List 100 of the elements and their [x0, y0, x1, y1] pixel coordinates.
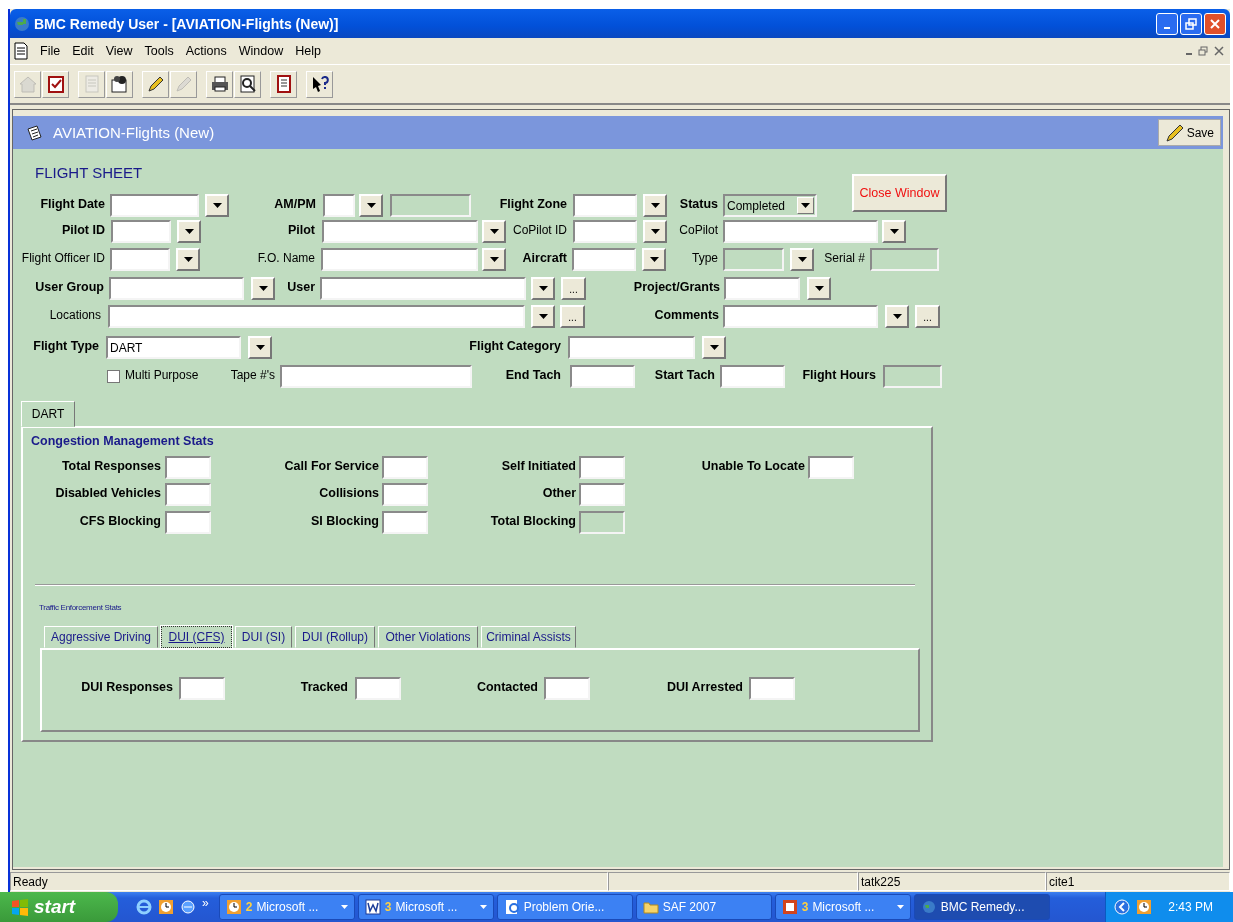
dropdown-button[interactable]: [643, 220, 667, 243]
tab[interactable]: Criminal Assists: [481, 626, 576, 648]
dropdown-button[interactable]: [531, 277, 555, 300]
restore-icon[interactable]: [1198, 46, 1208, 56]
dropdown-button[interactable]: [176, 248, 200, 271]
text-field[interactable]: [355, 677, 401, 700]
text-field[interactable]: [579, 483, 625, 506]
text-field[interactable]: [723, 220, 878, 243]
dropdown-button[interactable]: [205, 194, 229, 217]
checkbox[interactable]: [107, 370, 120, 383]
dropdown-button[interactable]: [642, 248, 666, 271]
read-only-field[interactable]: [579, 511, 625, 534]
browse-button[interactable]: ...: [915, 305, 940, 328]
caret-icon: [212, 203, 222, 208]
save-button[interactable]: Save: [1157, 119, 1221, 146]
status-dropdown[interactable]: Completed: [723, 194, 817, 217]
help-tool-button[interactable]: [306, 70, 333, 98]
taskbar-button[interactable]: 3 Microsoft ...: [774, 894, 911, 920]
text-field[interactable]: [165, 511, 211, 534]
caret-icon: [814, 286, 824, 291]
close-icon[interactable]: [1214, 46, 1224, 56]
dropdown-button[interactable]: [251, 277, 275, 300]
tab[interactable]: DUI (Rollup): [295, 626, 375, 648]
text-field[interactable]: [280, 365, 472, 388]
text-field[interactable]: [108, 305, 525, 328]
chevron[interactable]: »: [202, 896, 209, 910]
text-field[interactable]: DART: [106, 336, 241, 359]
text-field[interactable]: [323, 194, 355, 217]
dropdown-button[interactable]: [482, 220, 506, 243]
tab[interactable]: Other Violations: [378, 626, 478, 648]
dropdown-button[interactable]: [177, 220, 201, 243]
text-field[interactable]: [579, 456, 625, 479]
text-field[interactable]: [165, 456, 211, 479]
dropdown-button[interactable]: [643, 194, 667, 217]
text-field[interactable]: [179, 677, 225, 700]
text-field[interactable]: [322, 220, 478, 243]
text-field[interactable]: [720, 365, 785, 388]
dropdown-button[interactable]: [702, 336, 726, 359]
text-field[interactable]: [573, 194, 637, 217]
menu-item[interactable]: View: [99, 44, 139, 58]
preview-tool-button[interactable]: [234, 70, 261, 98]
clock-icon[interactable]: [1136, 899, 1153, 915]
text-field[interactable]: [321, 248, 478, 271]
text-field[interactable]: [568, 336, 695, 359]
printer-tool-button[interactable]: [206, 70, 233, 98]
text-field[interactable]: [110, 194, 199, 217]
text-field[interactable]: [110, 248, 170, 271]
text-field[interactable]: [808, 456, 854, 479]
browse-button[interactable]: ...: [560, 305, 585, 328]
dropdown-button[interactable]: [531, 305, 555, 328]
clipboard-tool-button[interactable]: [42, 70, 69, 98]
text-field[interactable]: [382, 511, 428, 534]
taskbar-button[interactable]: 2 Microsoft ...: [218, 894, 355, 920]
text-field[interactable]: [382, 456, 428, 479]
report-tool-button[interactable]: [270, 70, 297, 98]
read-only-field[interactable]: [883, 365, 942, 388]
tab[interactable]: DUI (CFS): [161, 626, 232, 648]
minimize-button[interactable]: [1156, 12, 1178, 35]
text-field[interactable]: [724, 277, 800, 300]
menu-item[interactable]: Help: [289, 44, 327, 58]
tab[interactable]: DART: [21, 401, 75, 427]
text-field[interactable]: [320, 277, 526, 300]
tab[interactable]: Aggressive Driving: [44, 626, 158, 648]
tab[interactable]: DUI (SI): [235, 626, 292, 648]
text-field[interactable]: [570, 365, 635, 388]
dropdown-button[interactable]: [359, 194, 383, 217]
text-field[interactable]: [723, 305, 878, 328]
close-window-button[interactable]: Close Window: [852, 174, 947, 212]
menu-item[interactable]: Actions: [179, 44, 233, 58]
text-field[interactable]: [749, 677, 795, 700]
menu-item[interactable]: File: [34, 44, 67, 58]
taskbar-button[interactable]: Problem Orie...: [496, 894, 633, 920]
browse-button[interactable]: ...: [561, 277, 586, 300]
taskbar-button[interactable]: BMC Remedy...: [913, 894, 1050, 920]
read-only-field[interactable]: [723, 248, 784, 271]
dropdown-button[interactable]: [482, 248, 506, 271]
gears-tool-button[interactable]: [106, 70, 133, 98]
text-field[interactable]: [109, 277, 244, 300]
menu-item[interactable]: Window: [232, 44, 290, 58]
dropdown-button[interactable]: [807, 277, 831, 300]
text-field[interactable]: [165, 483, 211, 506]
text-field[interactable]: [382, 483, 428, 506]
clock-icon[interactable]: [158, 899, 174, 915]
read-only-field[interactable]: [870, 248, 939, 271]
text-field[interactable]: [544, 677, 590, 700]
text-field[interactable]: [573, 220, 637, 243]
taskbar-button[interactable]: 3 Microsoft ...: [357, 894, 494, 920]
text-field[interactable]: [572, 248, 636, 271]
dropdown-button[interactable]: [885, 305, 909, 328]
menu-item[interactable]: Tools: [138, 44, 180, 58]
close-button[interactable]: [1204, 12, 1226, 35]
maximize-button[interactable]: [1180, 12, 1202, 35]
globe-icon[interactable]: [180, 899, 196, 915]
taskbar-button[interactable]: SAF 2007: [635, 894, 772, 920]
dropdown-button[interactable]: [882, 220, 906, 243]
text-field[interactable]: [111, 220, 171, 243]
dropdown-button[interactable]: [790, 248, 814, 271]
menu-item[interactable]: Edit: [66, 44, 100, 58]
pencil-tool-button[interactable]: [142, 70, 169, 98]
dropdown-button[interactable]: [248, 336, 272, 359]
